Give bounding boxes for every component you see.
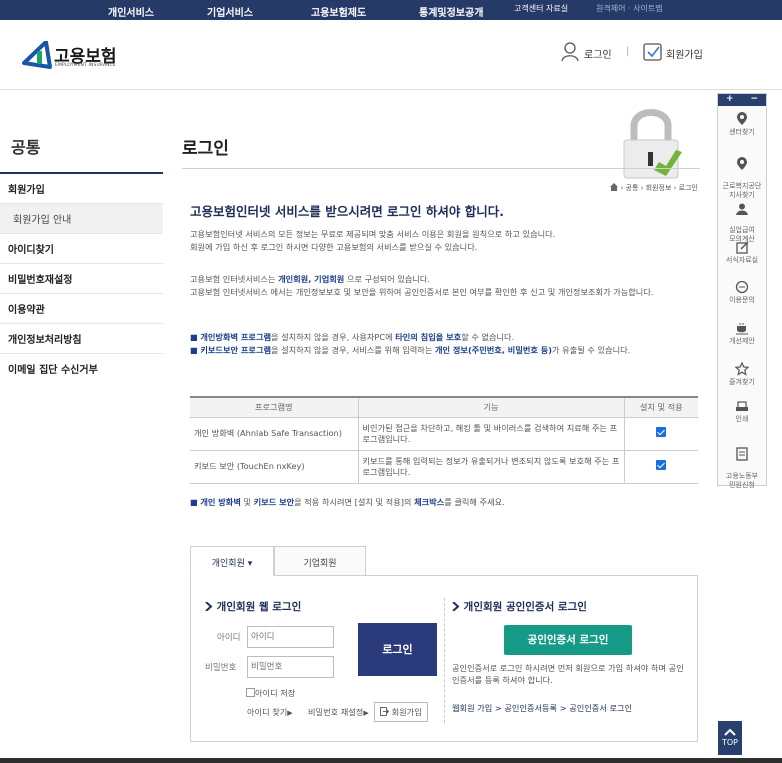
save-id-checkbox[interactable] [246, 688, 255, 697]
edit-icon [735, 241, 749, 254]
join-link[interactable]: 회원가입 [666, 46, 703, 61]
tab-personal[interactable]: 개인회원 ▾ [190, 546, 274, 576]
nav-customer-center[interactable]: 고객센터 자료실 [514, 3, 568, 14]
nav-data-room[interactable]: 자료실 [546, 4, 568, 13]
nav-corporate-service[interactable]: 기업서비스 [207, 4, 253, 19]
program-table: 프로그램명 기능 설치 및 적용 개인 방화벽 (Ahnlab Safe Tra… [190, 396, 698, 484]
cert-login-button[interactable]: 공인인증서 로그인 [504, 625, 632, 655]
id-input[interactable] [247, 626, 334, 648]
chevron-right-icon [452, 601, 460, 612]
arrow-up-icon [724, 728, 736, 736]
quick-suggestion[interactable]: 개선제안 [718, 322, 766, 346]
firewall-notice: ■ 개인방화벽 프로그램을 설치하지 않을 경우, 사용자PC에 타인의 침입을… [190, 332, 515, 342]
person-icon [736, 203, 748, 215]
sidebar-item-join[interactable]: 회원가입 [0, 174, 163, 204]
intro-text-2: 회원에 가입 하신 후 로그인 하시면 다양한 고용보험의 서비스를 받으실 수… [190, 242, 478, 252]
bottom-bar [0, 758, 782, 763]
keyboard-notice: ■ 키보드보안 프로그램을 설치하지 않을 경우, 서비스를 위해 입력하는 개… [190, 345, 631, 355]
header-divider [0, 89, 782, 90]
table-header-program: 프로그램명 [190, 396, 358, 418]
top-navigation: 개인서비스 기업서비스 고용보험제도 통계및정보공개 고객센터 자료실 원격제어… [0, 0, 782, 20]
find-id-link[interactable]: 아이디 찾기▶ [247, 706, 293, 718]
password-label: 비밀번호 [205, 663, 237, 673]
firewall-install-checkbox[interactable] [656, 427, 667, 437]
home-icon[interactable] [610, 183, 619, 193]
sidebar-title: 공통 [11, 138, 41, 157]
save-id-option[interactable]: 아이디 저장 [246, 687, 295, 699]
logo-mark-icon [22, 41, 52, 69]
nav-personal-service[interactable]: 개인서비스 [108, 4, 154, 19]
table-row: 개인 방화벽 (Ahnlab Safe Transaction) 비인가된 접근… [190, 417, 698, 451]
quick-inquiry[interactable]: 이용문의 [718, 281, 766, 305]
table-header-install: 설치 및 적용 [623, 396, 698, 418]
quick-print[interactable]: 인쇄 [718, 401, 766, 424]
program-name: 개인 방화벽 (Ahnlab Safe Transaction) [190, 417, 358, 451]
cert-description: 공인인증서로 로그인 하시려면 먼저 회원으로 가입 하셔야 하며 공인인증서를… [452, 663, 684, 685]
quick-ministry-complaint[interactable]: 고용노동부 민원신청 [718, 438, 766, 490]
security-text: 고용보험 인터넷서비스 에서는 개인정보보호 및 보안을 위하여 공인인증서로 … [190, 287, 654, 297]
star-icon [735, 362, 749, 376]
program-name: 키보드 보안 (TouchEn nxKey) [190, 450, 358, 484]
sidebar-item-email-refuse[interactable]: 이메일 집단 수신거부 [0, 354, 163, 384]
sidebar-item-join-guide[interactable]: 회원가입 안내 [0, 204, 163, 234]
user-icon [561, 42, 579, 62]
quick-forms[interactable]: 서식자료실 [718, 241, 766, 265]
tab-corporate[interactable]: 기업회원 [274, 546, 366, 576]
logo-subtitle: EMPLOYMENT INSURANCE [55, 63, 116, 68]
nav-insurance-system[interactable]: 고용보험제도 [311, 4, 366, 19]
flow-cert-login[interactable]: 공인인증서 로그인 [569, 703, 632, 713]
program-desc: 키보드를 통해 입력되는 정보가 유출되거나 변조되지 않도록 보호해 주는 프… [357, 450, 624, 484]
sidebar-item-find-id[interactable]: 아이디찾기 [0, 234, 163, 264]
cert-flow: 웹회원 가입 > 공인인증서등록 > 공인인증서 로그인 [452, 703, 633, 713]
intro-text-1: 고용보험인터넷 서비스의 모든 정보는 무료로 제공되며 맞춤 서비스 이용은 … [190, 229, 556, 239]
login-divider [444, 598, 445, 723]
signup-arrow-icon [380, 707, 390, 716]
breadcrumb: › 공통 › 회원정보 › 로그인 [610, 183, 698, 193]
quick-center-search[interactable]: 센터찾기 [718, 112, 766, 137]
nav-remote-control[interactable]: 원격제어 [596, 4, 625, 13]
quick-benefit-calc[interactable]: 실업급여 모의계산 [718, 194, 766, 244]
flow-cert-register[interactable]: 공인인증서등록 [504, 703, 557, 713]
login-headline: 고용보험인터넷 서비스를 받으시려면 로그인 하셔야 합니다. [190, 204, 505, 219]
login-button[interactable]: 로그인 [358, 623, 437, 676]
coffee-cup-icon [736, 323, 748, 335]
quick-menu-collapse[interactable]: − [750, 94, 758, 106]
nav-remote-sitemap: 원격제어 · 사이트맵 [596, 4, 663, 13]
quick-branch-search[interactable]: 근로복지공단 지사찾기 [718, 148, 766, 200]
location-pin-icon [737, 112, 747, 125]
quick-favorites[interactable]: 즐겨찾기 [718, 362, 766, 387]
location-pin-icon [737, 157, 747, 170]
signup-icon [643, 43, 662, 61]
chevron-right-icon [205, 601, 213, 612]
print-icon [736, 401, 748, 411]
password-input[interactable] [247, 656, 334, 678]
title-rule [182, 168, 700, 169]
sidebar-item-reset-password[interactable]: 비밀번호재설정 [0, 264, 163, 294]
install-note: ■ 개인 방화벽 및 키보드 보안을 적용 하시려면 [설치 및 적용]의 체크… [190, 497, 505, 507]
id-label: 아이디 [217, 633, 241, 643]
member-types-text: 고용보험 인터넷서비스는 개인회원, 기업회원 으로 구성되어 있습니다. [190, 274, 431, 284]
web-login-title: 개인회원 웹 로그인 [205, 599, 301, 614]
program-desc: 비인가된 접근을 차단하고, 해킹 툴 및 바이러스를 검색하여 치료해 주는 … [357, 417, 624, 451]
chat-icon [735, 281, 749, 294]
nav-sitemap[interactable]: 사이트맵 [633, 4, 662, 13]
page-title: 로그인 [182, 139, 229, 159]
document-icon [736, 447, 748, 461]
table-header-function: 기능 [357, 396, 624, 418]
quick-menu: + − 센터찾기 근로복지공단 지사찾기 실업급여 모의계산 서식자료실 이용문… [717, 93, 767, 489]
table-row: 키보드 보안 (TouchEn nxKey) 키보드를 통해 입력되는 정보가 … [190, 450, 698, 484]
sidebar-item-privacy[interactable]: 개인정보처리방침 [0, 324, 163, 354]
flow-web-join[interactable]: 웹회원 가입 [452, 703, 492, 713]
quick-menu-expand[interactable]: + [726, 94, 734, 106]
reset-password-link[interactable]: 비밀번호 재설정▶ [308, 706, 369, 718]
sidebar-item-terms[interactable]: 이용약관 [0, 294, 163, 324]
scroll-top-button[interactable]: TOP [718, 721, 742, 755]
login-panel: 개인회원 웹 로그인 아이디 비밀번호 로그인 아이디 저장 아이디 찾기▶ 비… [190, 575, 698, 742]
cert-login-title: 개인회원 공인인증서 로그인 [452, 599, 587, 614]
keyboard-install-checkbox[interactable] [656, 460, 667, 470]
join-button[interactable]: 회원가입 [374, 702, 428, 722]
nav-statistics[interactable]: 통계및정보공개 [419, 4, 483, 19]
login-link[interactable]: 로그인 [584, 46, 612, 61]
